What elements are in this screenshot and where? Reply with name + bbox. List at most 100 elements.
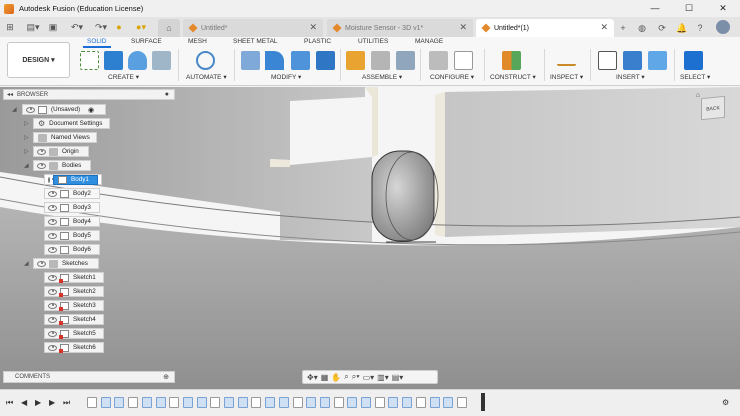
- grid-settings-icon[interactable]: ▥▾: [377, 373, 389, 382]
- extensions-icon[interactable]: ⟳: [656, 21, 668, 35]
- online-status-icon[interactable]: ◍: [636, 21, 648, 35]
- tab-solid[interactable]: SOLID: [83, 38, 110, 48]
- add-comment-icon[interactable]: ⊕: [163, 373, 169, 381]
- as-built-joint-icon[interactable]: [396, 51, 415, 70]
- browser-item-body3[interactable]: Body3: [44, 202, 100, 213]
- browser-item-body1[interactable]: Body1: [44, 174, 102, 185]
- new-tab-button[interactable]: +: [617, 21, 629, 35]
- zoom-icon[interactable]: ⌕: [344, 372, 348, 382]
- tab-moisture-sensor[interactable]: Moisture Sensor - 3D v1* ✕: [327, 19, 473, 37]
- browser-item-body2[interactable]: Body2: [44, 188, 100, 199]
- zoom-window-icon[interactable]: ⌕▾: [352, 372, 360, 382]
- group-automate[interactable]: AUTOMATE ▾: [186, 73, 227, 81]
- home-tab-icon[interactable]: ⌂: [158, 19, 180, 37]
- new-component-icon[interactable]: [346, 51, 365, 70]
- home-view-icon[interactable]: ⌂: [694, 88, 702, 102]
- timeline-marker[interactable]: [481, 393, 485, 411]
- tab-sheet-metal[interactable]: SHEET METAL: [233, 38, 278, 45]
- group-modify[interactable]: MODIFY ▾: [271, 73, 301, 81]
- learn-menu-button[interactable]: ●▾: [132, 20, 150, 34]
- browser-item-sketch4[interactable]: Sketch4: [44, 314, 104, 325]
- model-render[interactable]: [0, 87, 740, 389]
- expand-arrow-icon[interactable]: ◢: [24, 162, 29, 169]
- timeline-feature-icon[interactable]: [319, 397, 330, 408]
- collapse-panel-icon[interactable]: ◂◂: [7, 91, 13, 98]
- look-at-icon[interactable]: ▦: [321, 373, 329, 382]
- activate-radio-icon[interactable]: ◉: [88, 106, 94, 114]
- browser-root[interactable]: (Unsaved) ◉: [22, 104, 106, 115]
- joint-icon[interactable]: [371, 51, 390, 70]
- timeline-sketch-icon[interactable]: [87, 397, 97, 408]
- maximize-button[interactable]: ☐: [672, 0, 706, 17]
- group-create[interactable]: CREATE ▾: [108, 73, 139, 81]
- timeline-sketch-icon[interactable]: [292, 397, 303, 408]
- display-settings-icon[interactable]: ▭▾: [363, 373, 375, 382]
- browser-item-sketch1[interactable]: Sketch1: [44, 272, 104, 283]
- timeline-feature-icon[interactable]: [443, 397, 454, 408]
- timeline-sketch-icon[interactable]: [169, 397, 180, 408]
- close-tab-icon[interactable]: ✕: [459, 22, 467, 33]
- create-sketch-icon[interactable]: [80, 51, 99, 70]
- orbit-icon[interactable]: ✥▾: [307, 373, 318, 382]
- visibility-eye-icon[interactable]: [48, 302, 57, 309]
- timeline-sketch-icon[interactable]: [456, 397, 467, 408]
- notifications-icon[interactable]: 🔔: [676, 21, 688, 35]
- visibility-eye-icon[interactable]: [48, 274, 57, 281]
- tab-mesh[interactable]: MESH: [188, 38, 207, 45]
- measure-icon[interactable]: [557, 56, 576, 66]
- play-icon[interactable]: ▶: [35, 398, 41, 407]
- timeline-feature-icon[interactable]: [402, 397, 413, 408]
- timeline-sketch-icon[interactable]: [415, 397, 426, 408]
- extrude-icon[interactable]: [104, 51, 123, 70]
- lightbulb-icon[interactable]: ●: [114, 20, 124, 34]
- expand-arrow-icon[interactable]: ◢: [12, 106, 17, 113]
- viewcube[interactable]: BACK: [701, 95, 725, 121]
- timeline-feature-icon[interactable]: [196, 397, 207, 408]
- timeline-feature-icon[interactable]: [306, 397, 317, 408]
- timeline-sketch-icon[interactable]: [251, 397, 262, 408]
- group-configure[interactable]: CONFIGURE ▾: [430, 73, 474, 81]
- timeline-feature-icon[interactable]: [347, 397, 358, 408]
- timeline-feature-icon[interactable]: [361, 397, 371, 408]
- timeline-sketch-icon[interactable]: [210, 397, 221, 408]
- redo-button[interactable]: ↷▾: [92, 20, 110, 34]
- timeline-feature-icon[interactable]: [278, 397, 289, 408]
- visibility-eye-icon[interactable]: [48, 330, 57, 337]
- visibility-eye-icon[interactable]: [48, 288, 57, 295]
- expand-arrow-icon[interactable]: ▷: [24, 134, 29, 141]
- group-inspect[interactable]: INSPECT ▾: [550, 73, 583, 81]
- offset-plane-icon[interactable]: [502, 51, 521, 70]
- revolve-icon[interactable]: [128, 51, 147, 70]
- visibility-eye-icon[interactable]: [48, 218, 57, 225]
- visibility-eye-icon[interactable]: [37, 148, 46, 155]
- visibility-eye-icon[interactable]: [37, 260, 46, 267]
- select-icon[interactable]: [684, 51, 703, 70]
- tab-plastic[interactable]: PLASTIC: [304, 38, 331, 45]
- tab-utilities[interactable]: UTILITIES: [358, 38, 388, 45]
- timeline-feature-icon[interactable]: [237, 397, 248, 408]
- parameters-table-icon[interactable]: [454, 51, 473, 70]
- timeline-feature-icon[interactable]: [114, 397, 125, 408]
- help-icon[interactable]: ?: [694, 21, 706, 35]
- close-tab-icon[interactable]: ✕: [600, 22, 608, 33]
- go-to-end-icon[interactable]: ⏭: [63, 398, 70, 408]
- browser-item-body4[interactable]: Body4: [44, 216, 100, 227]
- step-back-icon[interactable]: ◀: [21, 398, 27, 407]
- pin-icon[interactable]: ●: [165, 91, 169, 98]
- close-tab-icon[interactable]: ✕: [309, 22, 317, 33]
- tab-surface[interactable]: SURFACE: [131, 38, 162, 45]
- combine-icon[interactable]: [316, 51, 335, 70]
- browser-item-origin[interactable]: Origin: [33, 146, 89, 157]
- browser-item-sketch3[interactable]: Sketch3: [44, 300, 104, 311]
- undo-button[interactable]: ↶▾: [68, 20, 86, 34]
- automate-icon[interactable]: [196, 51, 215, 70]
- browser-item-sketches[interactable]: Sketches: [33, 258, 99, 269]
- app-grid-icon[interactable]: ⊞: [4, 20, 16, 34]
- group-assemble[interactable]: ASSEMBLE ▾: [362, 73, 402, 81]
- tab-untitled[interactable]: Untitled* ✕: [183, 19, 323, 37]
- visibility-eye-icon[interactable]: [37, 162, 46, 169]
- viewports-icon[interactable]: ▤▾: [392, 373, 404, 382]
- insert-canvas-icon[interactable]: [648, 51, 667, 70]
- fillet-icon[interactable]: [265, 51, 284, 70]
- close-window-button[interactable]: ✕: [706, 0, 740, 17]
